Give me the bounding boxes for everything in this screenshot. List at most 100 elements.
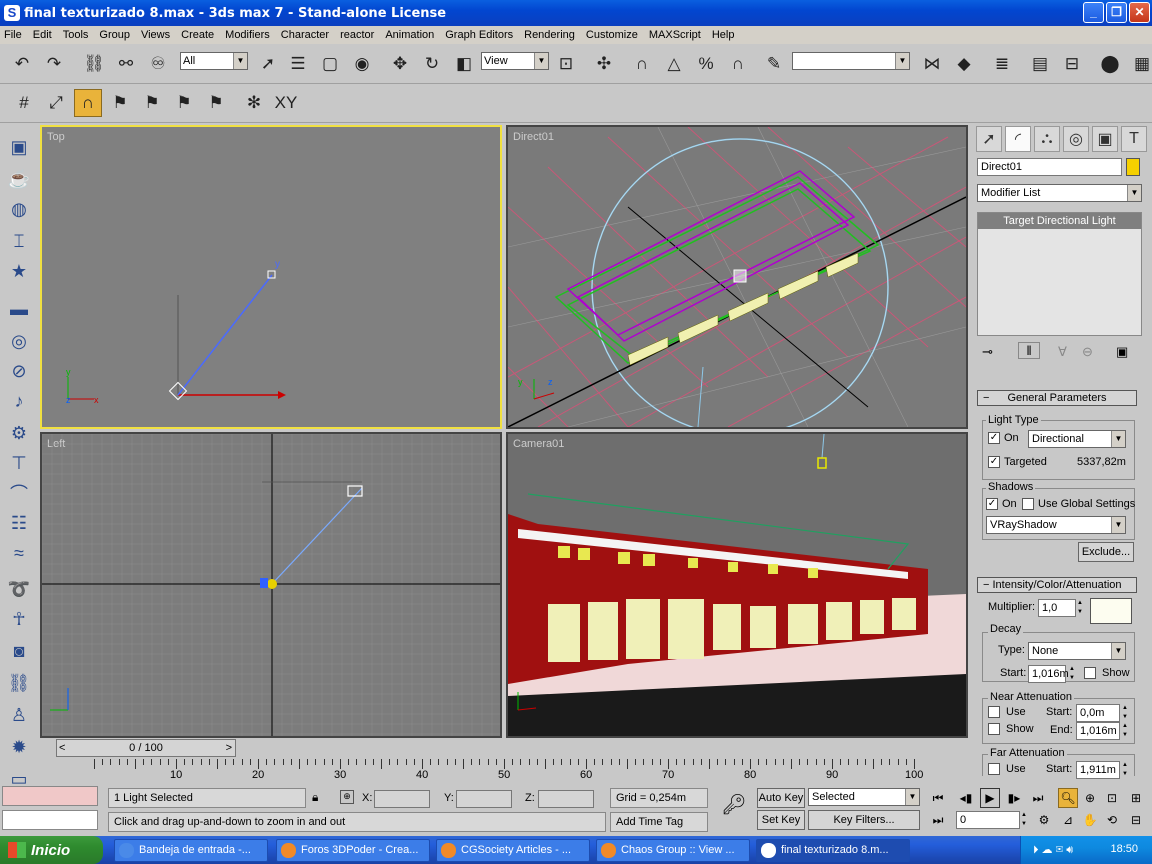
align-icon[interactable]: ◆ [950, 50, 978, 78]
line-icon[interactable]: ⌒ [6, 480, 32, 506]
current-frame-field[interactable]: 0 [956, 811, 1020, 829]
arc-rotate-icon[interactable]: ⟲ [1102, 810, 1122, 830]
redo-icon[interactable]: ↷ [40, 50, 68, 78]
snap-face-icon[interactable]: ⚑ [170, 89, 198, 117]
percent-snap-icon[interactable]: % [692, 50, 720, 78]
menu-group[interactable]: Group [99, 29, 130, 41]
menu-help[interactable]: Help [712, 29, 735, 41]
minimize-button[interactable]: _ [1083, 2, 1104, 23]
wave-icon[interactable]: ≈ [6, 540, 32, 566]
zoom-extents-icon[interactable]: ⊡ [1102, 788, 1122, 808]
near-start-field[interactable]: 0,0m [1076, 704, 1120, 722]
viewport-left[interactable]: Left [40, 432, 502, 738]
cylinder-icon[interactable]: ⌶ [6, 228, 32, 254]
menu-rendering[interactable]: Rendering [524, 29, 575, 41]
curve-editor-icon[interactable]: ▤ [1026, 50, 1054, 78]
layer-manager-icon[interactable]: ≣ [988, 50, 1016, 78]
snap-pivot-icon[interactable]: ⚑ [202, 89, 230, 117]
snap-options-icon[interactable]: ✻ [240, 89, 268, 117]
edit-named-selection-icon[interactable]: ✎ [760, 50, 788, 78]
near-start-spinner[interactable]: ▲ ▼ [1121, 704, 1129, 722]
pan-hand-icon[interactable]: ✋ [1080, 810, 1100, 830]
utilities-tab-icon[interactable]: T [1121, 126, 1147, 152]
menu-graph-editors[interactable]: Graph Editors [445, 29, 513, 41]
box-icon[interactable]: ▣ [6, 134, 32, 160]
near-end-spinner[interactable]: ▲ ▼ [1121, 722, 1129, 740]
field-of-view-icon[interactable]: ⊿ [1058, 810, 1078, 830]
viewport-direct01[interactable]: Direct01 y z [506, 125, 968, 429]
task-cgsociety[interactable]: CGSociety Articles - ... [436, 839, 590, 862]
add-time-tag-button[interactable]: Add Time Tag [610, 812, 708, 832]
menu-reactor[interactable]: reactor [340, 29, 374, 41]
snap-toggle-icon[interactable]: ∩ [628, 50, 656, 78]
decay-start-spinner[interactable]: ▲ ▼ [1068, 665, 1076, 683]
modifier-list-dropdown[interactable]: Modifier List ▼ [977, 184, 1142, 202]
far-use-checkbox[interactable] [988, 763, 1000, 775]
targeted-checkbox[interactable]: ✓ [988, 456, 1000, 468]
general-parameters-rollout[interactable]: − General Parameters [977, 390, 1137, 406]
star-icon[interactable]: ★ [6, 258, 32, 284]
snap-edge-icon[interactable]: ⚑ [138, 89, 166, 117]
show-end-result-icon[interactable]: ‖ [1018, 342, 1040, 359]
near-use-checkbox[interactable] [988, 706, 1000, 718]
unlink-icon[interactable]: ⚯ [112, 50, 140, 78]
plane-icon[interactable]: ▬ [6, 296, 32, 322]
biped-icon[interactable]: ☥ [6, 606, 32, 632]
modifier-stack-item[interactable]: Target Directional Light [978, 213, 1141, 229]
set-key-button[interactable]: Set Key [757, 810, 805, 830]
zoom-all-icon[interactable]: ⊕ [1080, 788, 1100, 808]
multiplier-field[interactable]: 1,0 [1038, 599, 1076, 617]
figure-icon[interactable]: ♙ [6, 702, 32, 728]
window-crossing-icon[interactable]: ◉ [348, 50, 376, 78]
modifier-stack[interactable]: Target Directional Light [977, 212, 1142, 336]
light-on-checkbox[interactable]: ✓ [988, 432, 1000, 444]
snap-midpoint-icon[interactable]: ⚑ [106, 89, 134, 117]
near-end-field[interactable]: 1,016m [1076, 722, 1120, 740]
light-color-swatch[interactable] [1090, 598, 1132, 624]
set-key-icon[interactable]: 🔑︎ [716, 792, 752, 828]
hierarchy-tab-icon[interactable]: ⛬ [1034, 126, 1060, 152]
manipulate-icon[interactable]: ✣ [590, 50, 618, 78]
light-type-dropdown[interactable]: Directional ▼ [1028, 430, 1126, 448]
zoom-icon[interactable]: 🔍︎ [1058, 788, 1078, 808]
menu-maxscript[interactable]: MAXScript [649, 29, 701, 41]
lock-selection-icon[interactable]: 🔒︎ [312, 790, 318, 805]
time-slider-thumb[interactable]: < 0 / 100 > [56, 739, 236, 757]
start-button[interactable]: Inicio [0, 836, 103, 864]
menu-customize[interactable]: Customize [586, 29, 638, 41]
far-start-spinner[interactable]: ▲ ▼ [1121, 761, 1129, 779]
z-coordinate-field[interactable] [538, 790, 594, 808]
spinner-snap-icon[interactable]: ∩ [724, 50, 752, 78]
configure-sets-icon[interactable]: ▣ [1116, 344, 1128, 360]
angle-snap-icon[interactable]: △ [660, 50, 688, 78]
select-by-name-icon[interactable]: ☰ [284, 50, 312, 78]
rail-icon[interactable]: ⊤ [6, 450, 32, 476]
close-button[interactable]: ✕ [1129, 2, 1150, 23]
menu-create[interactable]: Create [181, 29, 214, 41]
pivot-center-icon[interactable]: ⊡ [552, 50, 580, 78]
bottle-icon[interactable]: ◙ [6, 638, 32, 664]
key-mode-toggle-icon[interactable]: ⏭ [928, 810, 948, 830]
render-scene-icon[interactable]: ▦ [1128, 50, 1152, 78]
xy-constraint-icon[interactable]: XY [272, 89, 300, 117]
spring-icon[interactable]: ➰ [6, 576, 32, 602]
selection-filter-dropdown[interactable]: All ▼ [180, 52, 248, 70]
shadows-on-checkbox[interactable]: ✓ [986, 498, 998, 510]
decay-show-checkbox[interactable] [1084, 667, 1096, 679]
material-editor-icon[interactable]: ⬤ [1096, 50, 1124, 78]
task-foros-3dpoder[interactable]: Foros 3DPoder - Crea... [276, 839, 430, 862]
undo-icon[interactable]: ↶ [8, 50, 36, 78]
snap-vertex-icon[interactable]: ⤢ [42, 89, 70, 117]
transform-mode-icon[interactable]: ⊕ [340, 790, 354, 804]
named-selection-sets-dropdown[interactable]: ▼ [792, 52, 910, 70]
create-tab-icon[interactable]: ➚ [976, 126, 1002, 152]
multiplier-spinner[interactable]: ▲ ▼ [1076, 599, 1084, 617]
tube-icon[interactable]: ⊘ [6, 358, 32, 384]
modify-tab-icon[interactable]: ◜ [1005, 126, 1031, 152]
auto-key-button[interactable]: Auto Key [757, 788, 805, 808]
schematic-view-icon[interactable]: ⊟ [1058, 50, 1086, 78]
menu-character[interactable]: Character [281, 29, 329, 41]
display-tab-icon[interactable]: ▣ [1092, 126, 1118, 152]
maxscript-listener-pink[interactable] [2, 786, 98, 806]
timeline-ruler[interactable]: 0102030405060708090100 [40, 757, 968, 783]
